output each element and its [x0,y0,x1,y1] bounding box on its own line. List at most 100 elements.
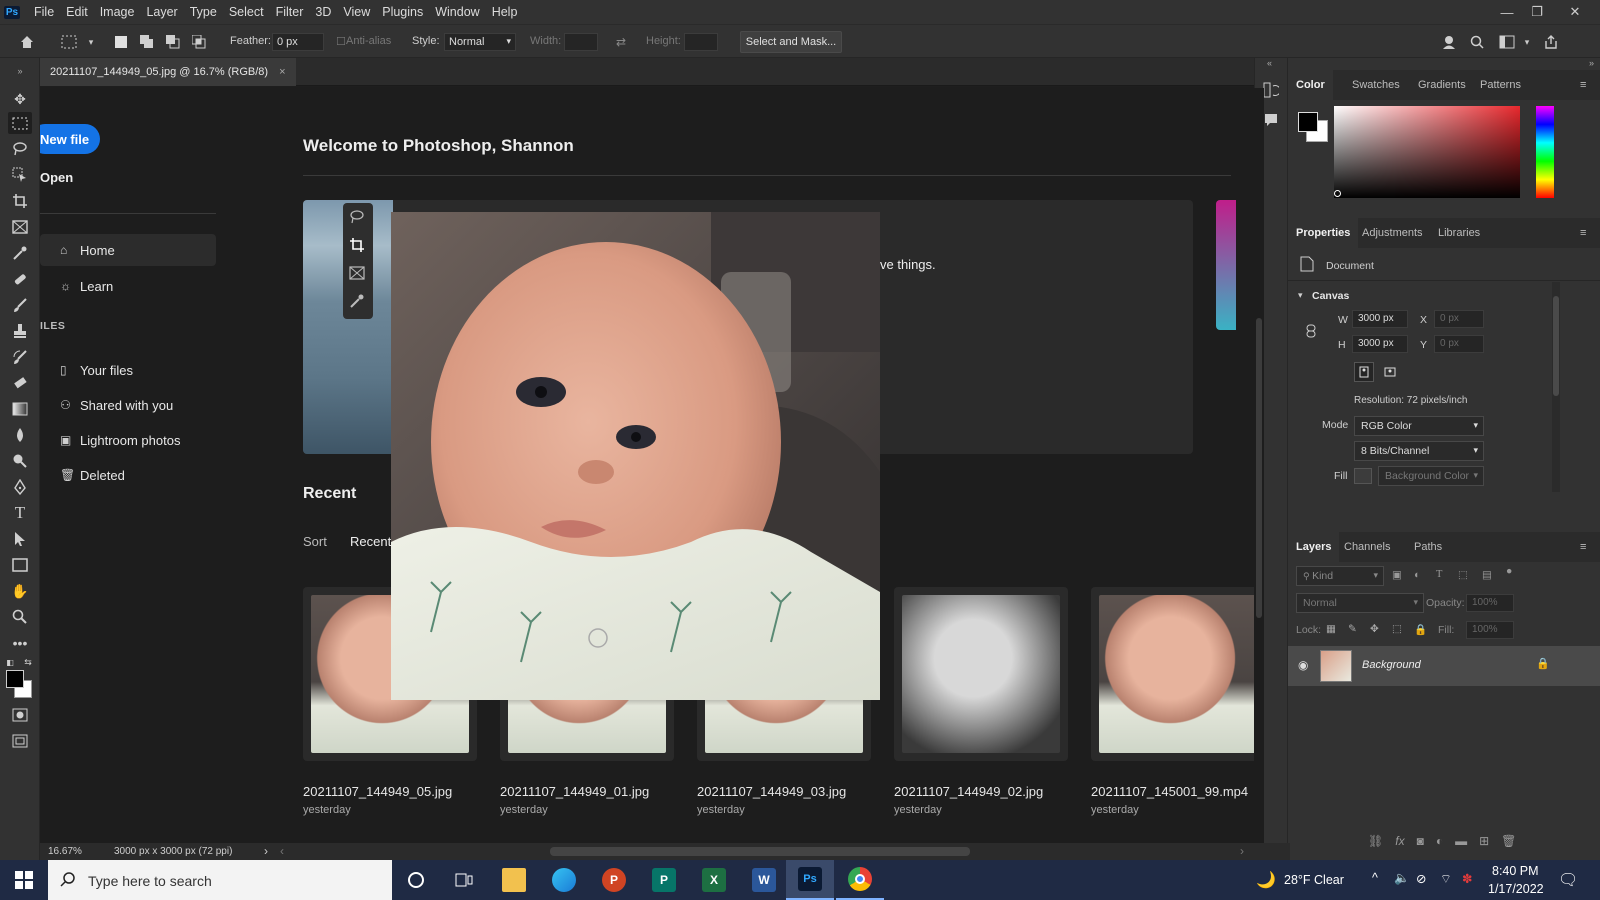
swap-colors-icon[interactable]: ⇆ [22,656,34,668]
tab-channels[interactable]: Channels [1344,532,1390,562]
eraser-tool-icon[interactable] [8,372,32,394]
swap-icon[interactable]: ⇄ [612,33,630,51]
chevron-down-icon[interactable]: ▾ [82,33,100,51]
word-icon[interactable]: W [740,860,788,900]
fill-input[interactable]: 100% [1466,621,1514,639]
filter-pixel-icon[interactable]: ▣ [1392,569,1402,581]
eyedropper-tool-icon[interactable] [8,242,32,264]
clock-date[interactable]: 1/17/2022 [1488,882,1544,896]
sidebar-item-deleted[interactable]: 🗑 Deleted [40,459,216,491]
menu-file[interactable]: File [28,0,60,24]
canvas-image[interactable] [391,212,880,700]
new-file-button[interactable]: New file [40,124,100,154]
select-and-mask-button[interactable]: Select and Mask... [740,31,842,53]
recent-file-name[interactable]: 20211107_144949_05.jpg [303,784,452,799]
healing-brush-tool-icon[interactable] [8,268,32,290]
recent-file-thumbnail[interactable] [894,587,1068,761]
open-button[interactable]: Open [40,170,73,185]
weather-text[interactable]: 28°F Clear [1284,873,1344,887]
file-explorer-icon[interactable] [490,860,538,900]
task-view-icon[interactable] [440,860,488,900]
menu-image[interactable]: Image [94,0,141,24]
document-tab[interactable]: 20211107_144949_05.jpg @ 16.7% (RGB/8) × [40,58,296,86]
marquee-tool-icon[interactable] [8,112,32,134]
blend-mode-select[interactable]: Normal ▾ [1296,593,1424,613]
panel-menu-icon[interactable]: ≡ [1580,218,1586,248]
wifi-icon[interactable]: ⌔ [1440,871,1452,887]
bit-depth-select[interactable]: 8 Bits/Channel ▾ [1354,441,1484,461]
zoom-level[interactable]: 16.67% [48,846,82,857]
subtract-selection-icon[interactable] [164,33,182,51]
tab-paths[interactable]: Paths [1414,532,1442,562]
hue-slider[interactable] [1536,106,1554,198]
zoom-tool-icon[interactable] [8,606,32,628]
menu-3d[interactable]: 3D [309,0,337,24]
more-tools-icon[interactable]: ••• [8,632,32,654]
width-input[interactable] [564,33,598,51]
filter-adjustment-icon[interactable]: ◐ [1414,569,1420,581]
sidebar-item-home[interactable]: ⌂ Home [40,234,216,266]
tab-gradients[interactable]: Gradients [1418,70,1466,100]
canvas-y-input[interactable]: 0 px [1434,335,1484,353]
link-dimensions-icon[interactable] [1306,324,1316,341]
sidebar-item-lightroom[interactable]: ▣ Lightroom photos [40,424,216,456]
volume-icon[interactable]: 🔈 [1394,871,1410,886]
color-picker-cursor[interactable] [1334,190,1341,197]
landscape-orientation-icon[interactable] [1380,362,1400,382]
home-icon[interactable] [18,33,36,51]
foreground-color-swatch[interactable] [6,670,24,688]
notification-app-icon[interactable]: ✽ [1462,871,1472,886]
recent-file-name[interactable]: 20211107_144949_03.jpg [697,784,846,799]
crop-tool-icon[interactable] [8,190,32,212]
collapse-panels-icon[interactable]: « [1267,58,1272,68]
scroll-right-icon[interactable]: › [1240,844,1244,858]
frame-tool-icon[interactable] [8,216,32,238]
layer-name[interactable]: Background [1362,659,1421,671]
gradient-tool-icon[interactable] [8,398,32,420]
horizontal-scrollbar-thumb[interactable] [550,847,970,856]
close-window-button[interactable]: ✕ [1560,0,1590,24]
history-icon[interactable] [1263,82,1281,101]
share-icon[interactable] [1542,33,1560,51]
lock-all-icon[interactable]: 🔒 [1414,623,1427,636]
tab-color[interactable]: Color [1288,70,1333,100]
add-selection-icon[interactable] [138,33,156,51]
lock-image-icon[interactable]: ✎ [1348,623,1357,635]
taskbar-search-box[interactable]: Type here to search [48,860,392,900]
frame-icon[interactable] [349,265,365,284]
fx-icon[interactable]: fx [1395,834,1404,848]
scrollbar-thumb[interactable] [1256,318,1262,618]
lasso-icon[interactable] [349,209,365,228]
new-adjustment-icon[interactable]: ◐ [1436,834,1443,848]
blur-tool-icon[interactable] [8,424,32,446]
tab-libraries[interactable]: Libraries [1438,218,1480,248]
menu-plugins[interactable]: Plugins [376,0,429,24]
delete-layer-icon[interactable]: 🗑 [1501,834,1516,848]
search-icon[interactable] [1468,33,1486,51]
powerpoint-icon[interactable]: P [590,860,638,900]
windows-start-icon[interactable] [0,860,48,900]
link-layers-icon[interactable]: ⛓ [1368,834,1383,848]
eyedropper-icon[interactable] [349,293,365,312]
sidebar-item-shared[interactable]: ⚇ Shared with you [40,389,216,421]
menu-layer[interactable]: Layer [140,0,183,24]
home-vertical-scrollbar[interactable] [1254,88,1264,843]
marquee-tool-preset-icon[interactable] [60,33,78,51]
lasso-tool-icon[interactable] [8,138,32,160]
screen-mode-icon[interactable] [8,730,32,752]
share-profile-icon[interactable] [1440,33,1458,51]
new-group-icon[interactable]: ▬ [1455,834,1467,848]
comments-icon[interactable] [1263,112,1279,131]
menu-edit[interactable]: Edit [60,0,94,24]
path-selection-tool-icon[interactable] [8,528,32,550]
collapse-toolbar-icon[interactable]: » [8,60,32,82]
sort-select[interactable]: Recent [350,534,391,549]
chevron-down-icon[interactable]: ▾ [1298,290,1303,301]
new-layer-icon[interactable]: ⊞ [1479,834,1489,848]
clone-stamp-tool-icon[interactable] [8,320,32,342]
minimize-button[interactable]: — [1492,0,1522,24]
menu-type[interactable]: Type [184,0,223,24]
type-tool-icon[interactable]: T [8,502,32,524]
quick-mask-icon[interactable] [8,704,32,726]
tab-patterns[interactable]: Patterns [1480,70,1521,100]
